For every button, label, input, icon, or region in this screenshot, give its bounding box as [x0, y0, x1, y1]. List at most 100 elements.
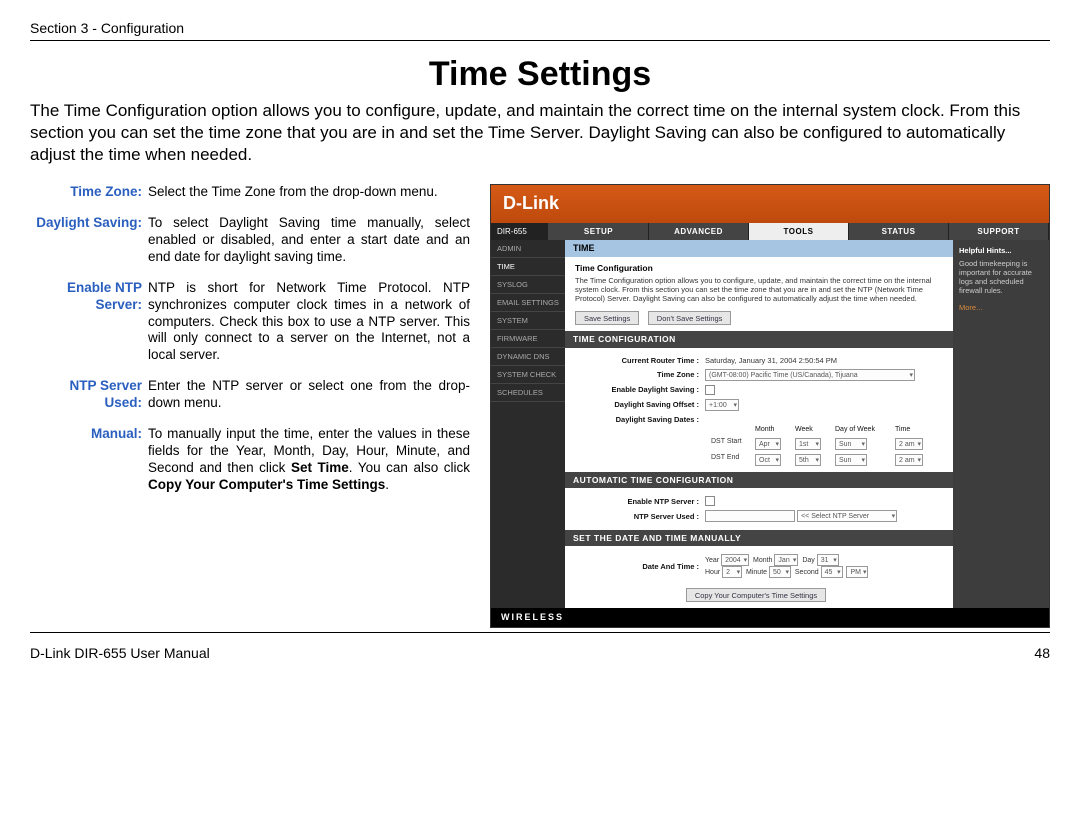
- ntp-used-input[interactable]: [705, 510, 795, 522]
- section-header: Section 3 - Configuration: [30, 20, 1050, 36]
- footer-left: D-Link DIR-655 User Manual: [30, 645, 210, 661]
- dst-hdr-time: Time: [895, 426, 931, 434]
- chevron-down-icon: ▾: [815, 439, 819, 451]
- minute-select[interactable]: 50▾: [769, 566, 791, 578]
- lbl-ds-dates: Daylight Saving Dates :: [575, 415, 705, 424]
- val-current-time: Saturday, January 31, 2004 2:50:54 PM: [705, 356, 943, 365]
- dst-hdr-blank: [711, 426, 751, 434]
- hour-select[interactable]: 2▾: [722, 566, 742, 578]
- panel-title: TIME: [565, 240, 953, 257]
- tab-support[interactable]: SUPPORT: [949, 223, 1049, 241]
- tab-status[interactable]: STATUS: [849, 223, 949, 241]
- chevron-down-icon: ▾: [837, 567, 841, 579]
- dst-hdr-dow: Day of Week: [835, 426, 891, 434]
- body-time-zone: Select the Time Zone from the drop-down …: [148, 184, 470, 201]
- chevron-down-icon: ▾: [815, 455, 819, 467]
- dt-lbl-hour: Hour: [705, 569, 720, 576]
- nav-admin[interactable]: ADMIN: [491, 240, 565, 258]
- chevron-down-icon: ▾: [775, 439, 779, 451]
- nav-system[interactable]: SYSTEM: [491, 312, 565, 330]
- chevron-down-icon: ▾: [892, 511, 896, 523]
- nav-syslog[interactable]: SYSLOG: [491, 276, 565, 294]
- dst-end-dow[interactable]: Sun▾: [835, 454, 867, 466]
- nav-time[interactable]: TIME: [491, 258, 565, 276]
- day-select[interactable]: 31▾: [817, 554, 839, 566]
- dst-hdr-week: Week: [795, 426, 831, 434]
- dt-lbl-year: Year: [705, 557, 719, 564]
- body-enable-ntp: NTP is short for Network Time Protocol. …: [148, 280, 470, 364]
- lbl-enable-ds: Enable Daylight Saving :: [575, 385, 705, 394]
- nav-email[interactable]: EMAIL SETTINGS: [491, 294, 565, 312]
- lbl-ds-offset: Daylight Saving Offset :: [575, 400, 705, 409]
- tab-setup[interactable]: SETUP: [549, 223, 649, 241]
- router-screenshot: D-Link DIR-655 SETUP ADVANCED TOOLS STAT…: [490, 184, 1050, 628]
- nav-firmware[interactable]: FIRMWARE: [491, 330, 565, 348]
- nav-sched[interactable]: SCHEDULES: [491, 384, 565, 402]
- chevron-down-icon: ▾: [917, 455, 921, 467]
- definitions-column: Time Zone: Select the Time Zone from the…: [30, 184, 470, 507]
- tab-tools[interactable]: TOOLS: [749, 223, 849, 241]
- dt-lbl-minute: Minute: [746, 569, 767, 576]
- term-ntp-used: NTP Server Used:: [30, 378, 148, 412]
- hints-body: Good timekeeping is important for accura…: [959, 259, 1043, 295]
- dst-start-week[interactable]: 1st▾: [795, 438, 821, 450]
- enable-ntp-checkbox[interactable]: [705, 496, 715, 506]
- dst-end-month[interactable]: Oct▾: [755, 454, 781, 466]
- ampm-select[interactable]: PM▾: [846, 566, 868, 578]
- top-tabs: DIR-655 SETUP ADVANCED TOOLS STATUS SUPP…: [491, 223, 1049, 241]
- rule-bottom: [30, 632, 1050, 633]
- manual-bold-1: Set Time: [291, 460, 349, 475]
- nav-syscheck[interactable]: SYSTEM CHECK: [491, 366, 565, 384]
- term-time-zone: Time Zone:: [30, 184, 148, 201]
- manual-text-2: . You can also click: [349, 460, 470, 475]
- month-select[interactable]: Jan▾: [774, 554, 798, 566]
- manual-bold-2: Copy Your Computer's Time Settings: [148, 477, 385, 492]
- dst-start-time[interactable]: 2 am▾: [895, 438, 923, 450]
- chevron-down-icon: ▾: [909, 370, 913, 382]
- tab-advanced[interactable]: ADVANCED: [649, 223, 749, 241]
- left-nav: ADMIN TIME SYSLOG EMAIL SETTINGS SYSTEM …: [491, 240, 565, 608]
- dst-end-label: DST End: [711, 454, 751, 466]
- ds-offset-select[interactable]: +1:00▾: [705, 399, 739, 411]
- nav-ddns[interactable]: DYNAMIC DNS: [491, 348, 565, 366]
- term-enable-ntp: Enable NTP Server:: [30, 280, 148, 364]
- dst-start-dow[interactable]: Sun▾: [835, 438, 867, 450]
- chevron-down-icon: ▾: [744, 555, 748, 567]
- dt-lbl-day: Day: [802, 557, 814, 564]
- time-zone-select[interactable]: (GMT-08:00) Pacific Time (US/Canada), Ti…: [705, 369, 915, 381]
- ds-offset-value: +1:00: [709, 402, 727, 409]
- hints-more-link[interactable]: More...: [959, 303, 1043, 312]
- lbl-ntp-used: NTP Server Used :: [575, 512, 705, 521]
- dont-save-settings-button[interactable]: Don't Save Settings: [648, 311, 732, 325]
- subpanel-title: Time Configuration: [575, 263, 943, 273]
- chevron-down-icon: ▾: [793, 555, 797, 567]
- enable-ds-checkbox[interactable]: [705, 385, 715, 395]
- ntp-select[interactable]: << Select NTP Server▾: [797, 510, 897, 522]
- section-manual: SET THE DATE AND TIME MANUALLY: [565, 530, 953, 546]
- save-settings-button[interactable]: Save Settings: [575, 311, 639, 325]
- section-time-config: TIME CONFIGURATION: [565, 331, 953, 347]
- brand-bar: D-Link: [491, 185, 1049, 223]
- section-auto-config: AUTOMATIC TIME CONFIGURATION: [565, 472, 953, 488]
- rule-top: [30, 40, 1050, 41]
- main-panel: TIME Time Configuration The Time Configu…: [565, 240, 953, 608]
- dt-lbl-second: Second: [795, 569, 819, 576]
- page-title: Time Settings: [30, 55, 1050, 94]
- year-select[interactable]: 2004▾: [721, 554, 749, 566]
- second-select[interactable]: 45▾: [821, 566, 843, 578]
- intro-paragraph: The Time Configuration option allows you…: [30, 100, 1050, 166]
- chevron-down-icon: ▾: [785, 567, 789, 579]
- chevron-down-icon: ▾: [863, 567, 867, 579]
- lbl-current-time: Current Router Time :: [575, 356, 705, 365]
- copy-computer-time-button[interactable]: Copy Your Computer's Time Settings: [686, 588, 826, 602]
- dst-end-time[interactable]: 2 am▾: [895, 454, 923, 466]
- dst-hdr-month: Month: [755, 426, 791, 434]
- dst-end-week[interactable]: 5th▾: [795, 454, 821, 466]
- term-manual: Manual:: [30, 426, 148, 494]
- dst-start-month[interactable]: Apr▾: [755, 438, 781, 450]
- chevron-down-icon: ▾: [917, 439, 921, 451]
- time-zone-value: (GMT-08:00) Pacific Time (US/Canada), Ti…: [709, 372, 858, 379]
- page-number: 48: [1034, 645, 1050, 661]
- body-daylight: To select Daylight Saving time manually,…: [148, 215, 470, 266]
- lbl-time-zone: Time Zone :: [575, 370, 705, 379]
